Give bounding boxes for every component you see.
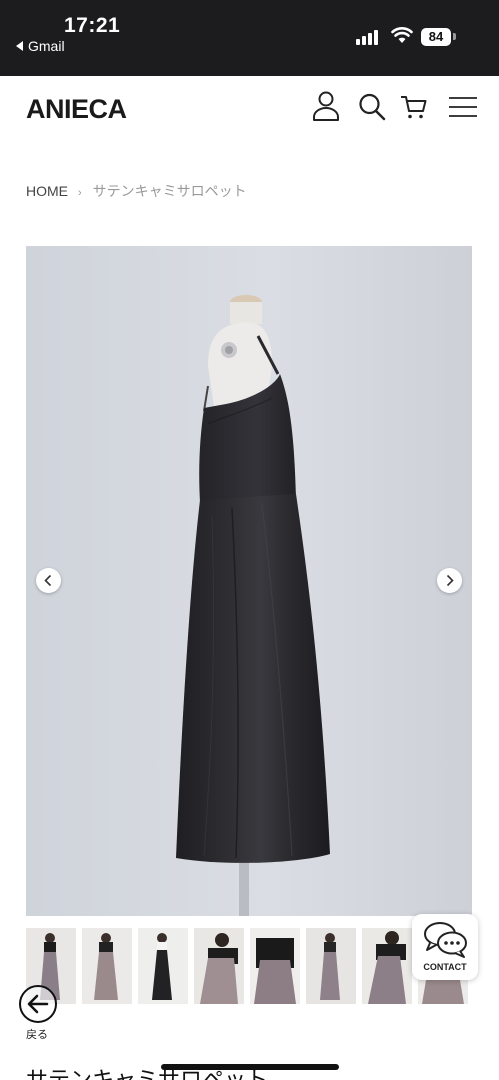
gallery-next-button[interactable] (437, 568, 462, 593)
breadcrumb-current: サテンキャミサロペット (92, 183, 247, 199)
back-label: 戻る (26, 1028, 48, 1041)
thumbnail[interactable] (362, 928, 412, 1004)
thumbnail[interactable] (250, 928, 300, 1004)
back-triangle-icon (16, 41, 23, 51)
thumbnail[interactable] (82, 928, 132, 1004)
thumbnail[interactable] (138, 928, 188, 1004)
arrow-left-icon (27, 994, 49, 1014)
cellular-signal-icon (356, 28, 382, 45)
back-app-label: Gmail (28, 38, 65, 54)
user-icon[interactable] (311, 90, 341, 122)
contact-label: CONTACT (423, 962, 467, 972)
chevron-left-icon (44, 574, 52, 587)
contact-button[interactable]: CONTACT (412, 914, 478, 980)
chat-bubbles-icon (424, 922, 467, 958)
back-button[interactable] (19, 985, 57, 1023)
breadcrumb: HOME › サテンキャミサロペット (26, 181, 247, 201)
mannequin-dress-illustration (26, 246, 472, 916)
breadcrumb-separator: › (78, 187, 82, 199)
thumbnail[interactable] (306, 928, 356, 1004)
home-indicator[interactable] (161, 1064, 339, 1070)
cart-icon[interactable] (399, 90, 429, 122)
site-header: ANIECA (0, 76, 499, 140)
battery-level: 84 (421, 28, 451, 46)
search-icon[interactable] (357, 90, 387, 122)
site-logo[interactable]: ANIECA (26, 94, 127, 125)
status-time: 17:21 (64, 14, 121, 37)
back-to-app-link[interactable]: Gmail (16, 38, 65, 54)
thumbnail-strip (26, 928, 472, 1004)
thumbnail[interactable] (194, 928, 244, 1004)
gallery-prev-button[interactable] (36, 568, 61, 593)
breadcrumb-home-link[interactable]: HOME (26, 183, 68, 199)
wifi-icon (391, 27, 413, 43)
chevron-right-icon (446, 574, 454, 587)
battery-nub (453, 33, 456, 40)
main-product-photo[interactable] (26, 246, 472, 916)
status-bar: 17:21 Gmail 84 (0, 0, 499, 76)
menu-icon[interactable] (448, 90, 478, 122)
